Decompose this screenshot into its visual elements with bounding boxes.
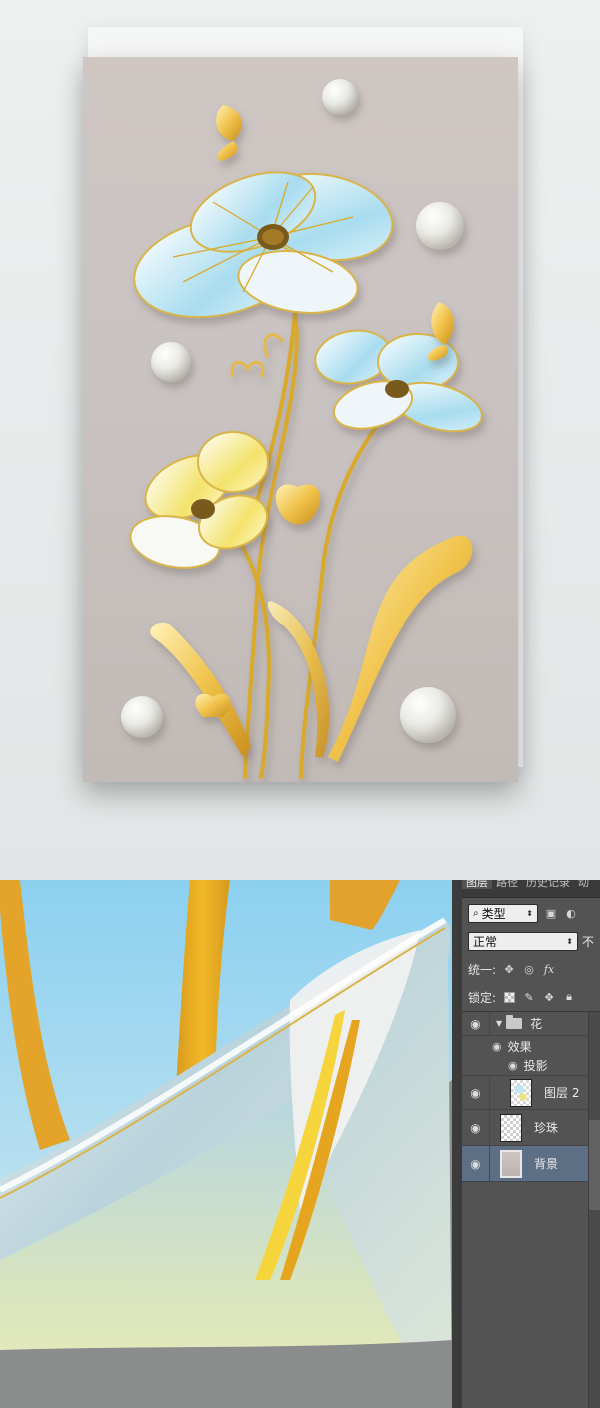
layer-drop-shadow-row[interactable]: ◉ 投影 [462,1056,600,1076]
tab-paths[interactable]: 路径 [492,880,522,889]
layer-row-background[interactable]: ◉ 背景 [462,1146,600,1182]
eye-icon[interactable]: ◉ [508,1059,518,1072]
scrollbar-thumb[interactable] [588,1120,600,1210]
eye-icon[interactable]: ◉ [462,1076,490,1109]
layer-row-pearl[interactable]: ◉ 珍珠 [462,1110,600,1146]
fx-icon[interactable]: fx [542,962,556,976]
lock-row: 锁定: ✎ ✥ 🔒︎ [462,986,600,1008]
chevron-updown-icon: ⬍ [566,936,573,946]
unify-visibility-icon[interactable]: ◎ [522,962,536,976]
eye-icon[interactable]: ◉ [462,1110,490,1145]
expand-triangle-icon[interactable]: ▼ [496,1019,502,1028]
layer-group-flower[interactable]: ◉ ▼ 花 [462,1012,600,1036]
poster-mockup [0,0,600,880]
layer-name: 珍珠 [534,1121,559,1135]
eye-icon[interactable]: ◉ [462,1146,490,1181]
lock-position-icon[interactable]: ✥ [542,990,556,1004]
layers-list-empty-area [462,1182,600,1408]
adjustment-filter-icon[interactable]: ◐ [564,907,578,920]
lock-paint-brush-icon[interactable]: ✎ [522,990,536,1004]
layers-panel: 图层 路径 历史记录 动 ⌕ 类型 ⬍ ▣ ◐ 正常 ⬍ 不 统一: ✥ ◎ f… [452,880,600,1408]
zoomed-canvas[interactable] [0,880,452,1408]
eye-icon[interactable]: ◉ [462,1012,490,1035]
eye-icon[interactable]: ◉ [492,1040,502,1053]
layer-thumbnail [510,1078,532,1107]
filter-kind-label: 类型 [481,906,506,921]
tab-actions[interactable]: 动 [574,880,593,889]
petal-closeup [0,880,452,1408]
lock-transparent-icon[interactable] [502,990,516,1004]
unify-position-icon[interactable]: ✥ [502,962,516,976]
layer-row-layer2[interactable]: ◉ 图层 2 [462,1076,600,1110]
drop-shadow-label: 投影 [523,1059,548,1073]
flower-illustration [121,79,483,779]
layer-filter-row: ⌕ 类型 ⬍ ▣ ◐ [462,902,600,924]
search-icon: ⌕ [473,907,479,919]
tab-layers[interactable]: 图层 [462,880,492,889]
blend-row: 正常 ⬍ 不 [462,930,600,952]
layer-name: 图层 2 [544,1086,580,1100]
unify-label: 统一: [468,962,497,977]
layer-effects-row[interactable]: ◉ 效果 [462,1036,600,1056]
poster-artwork [83,57,518,782]
layer-name: 花 [530,1017,543,1031]
blend-mode-select[interactable]: 正常 ⬍ [468,931,578,951]
tab-history[interactable]: 历史记录 [522,880,574,889]
folder-icon [506,1015,523,1029]
blend-mode-label: 正常 [473,934,498,949]
lock-label: 锁定: [468,990,497,1005]
filter-kind-select[interactable]: ⌕ 类型 ⬍ [468,903,538,923]
scrollbar-track[interactable] [588,1012,600,1408]
image-filter-icon[interactable]: ▣ [544,907,558,920]
chevron-updown-icon: ⬍ [526,908,533,918]
layer-thumbnail [500,1113,522,1142]
layer-thumbnail [500,1149,522,1178]
effects-label: 效果 [507,1039,532,1054]
unify-row: 统一: ✥ ◎ fx [462,958,600,980]
layer-name: 背景 [534,1157,559,1171]
panel-tabs: 图层 路径 历史记录 动 [462,880,600,898]
opacity-label: 不 [582,934,595,949]
lock-icon[interactable]: 🔒︎ [562,990,576,1004]
